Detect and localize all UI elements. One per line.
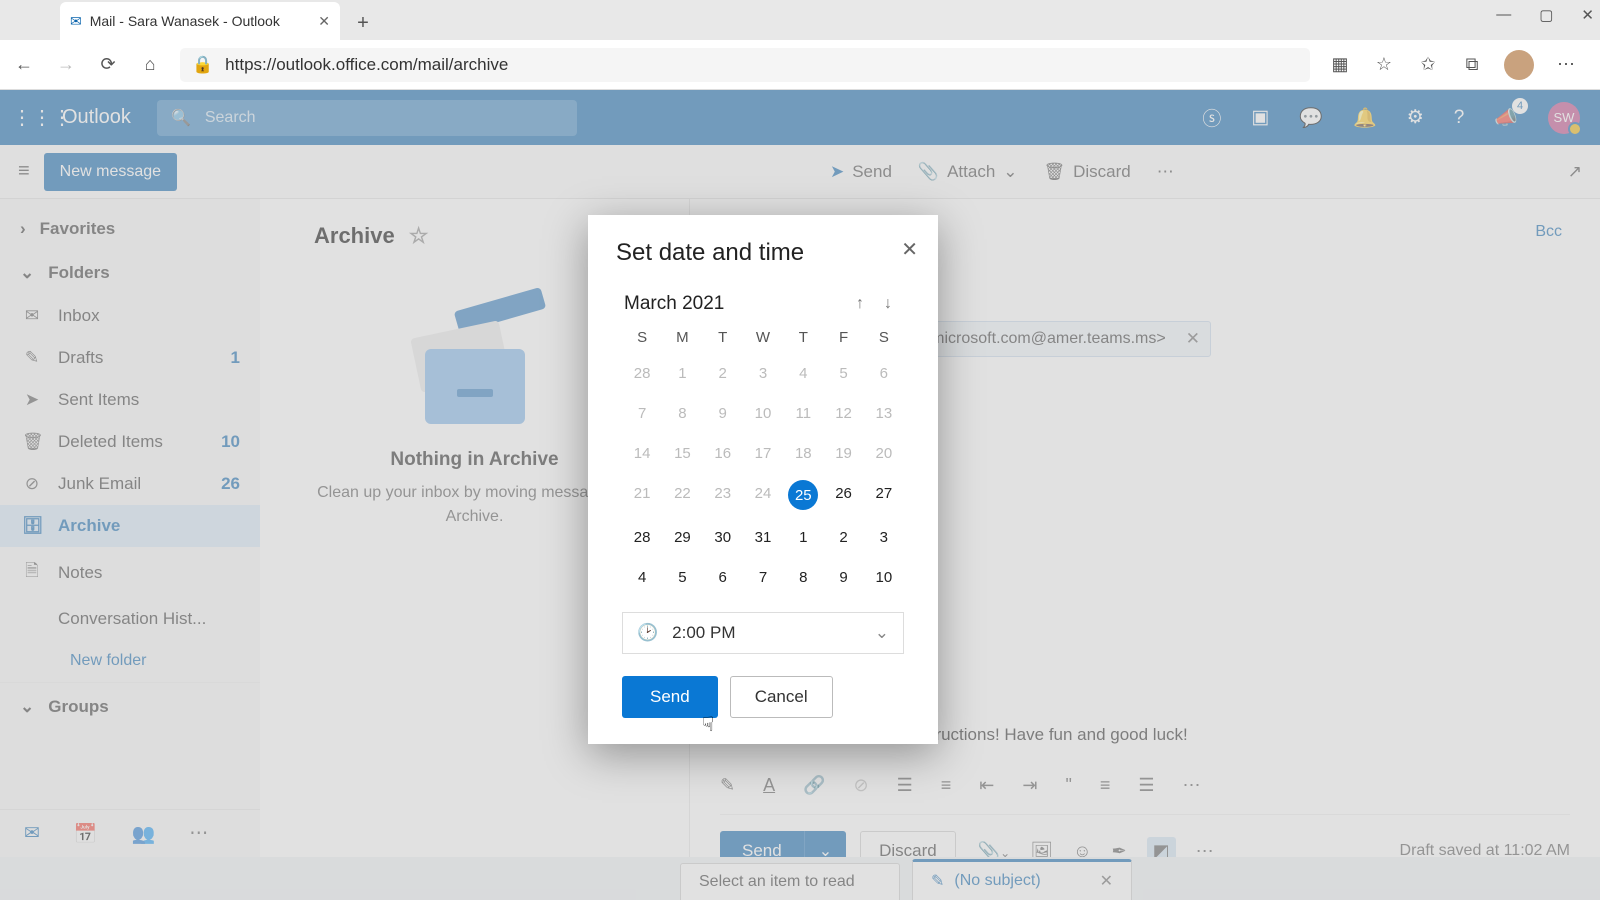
day-of-week: F bbox=[823, 329, 863, 346]
new-tab-button[interactable]: + bbox=[346, 6, 380, 40]
calendar-day: 20 bbox=[864, 440, 904, 466]
favorite-icon[interactable]: ☆ bbox=[1372, 54, 1396, 75]
calendar-day[interactable]: 4 bbox=[622, 564, 662, 590]
calendar-day: 1 bbox=[662, 360, 702, 386]
browser-tab[interactable]: ✉ Mail - Sara Wanasek - Outlook ✕ bbox=[60, 2, 340, 40]
day-of-week: W bbox=[743, 329, 783, 346]
calendar-day: 23 bbox=[703, 480, 743, 506]
collections-icon[interactable]: ⧉ bbox=[1460, 54, 1484, 75]
calendar-day: 3 bbox=[743, 360, 783, 386]
calendar-day: 24 bbox=[743, 480, 783, 506]
close-window-icon[interactable]: ✕ bbox=[1581, 6, 1594, 24]
day-of-week: S bbox=[622, 329, 662, 346]
close-dialog-icon[interactable]: ✕ bbox=[901, 237, 918, 262]
chevron-down-icon: ⌄ bbox=[875, 623, 889, 643]
calendar-day: 22 bbox=[662, 480, 702, 506]
calendar-day: 18 bbox=[783, 440, 823, 466]
extensions-icon[interactable]: ▦ bbox=[1328, 54, 1352, 75]
home-icon[interactable]: ⌂ bbox=[138, 54, 162, 75]
calendar-day: 14 bbox=[622, 440, 662, 466]
calendar-day[interactable]: 6 bbox=[703, 564, 743, 590]
calendar-grid: SMTWTFS281234567891011121314151617181920… bbox=[622, 329, 904, 590]
calendar-day: 8 bbox=[662, 400, 702, 426]
calendar-day: 11 bbox=[783, 400, 823, 426]
minimize-icon[interactable]: ― bbox=[1496, 6, 1511, 24]
day-of-week: T bbox=[703, 329, 743, 346]
month-label: March 2021 bbox=[624, 293, 846, 315]
window-controls: ― ▢ ✕ bbox=[1496, 6, 1594, 24]
calendar-day: 15 bbox=[662, 440, 702, 466]
calendar-day: 19 bbox=[823, 440, 863, 466]
calendar-day: 21 bbox=[622, 480, 662, 506]
lock-icon: 🔒 bbox=[192, 55, 213, 75]
browser-chrome: ― ▢ ✕ ✉ Mail - Sara Wanasek - Outlook ✕ … bbox=[0, 0, 1600, 90]
time-value: 2:00 PM bbox=[672, 623, 735, 643]
profile-avatar[interactable] bbox=[1504, 50, 1534, 80]
calendar-day[interactable]: 29 bbox=[662, 524, 702, 550]
calendar-day[interactable]: 30 bbox=[703, 524, 743, 550]
calendar-day: 4 bbox=[783, 360, 823, 386]
calendar-day[interactable]: 9 bbox=[823, 564, 863, 590]
refresh-icon[interactable]: ⟳ bbox=[96, 54, 120, 75]
dialog-cancel-button[interactable]: Cancel bbox=[730, 676, 833, 718]
calendar-day: 7 bbox=[622, 400, 662, 426]
day-of-week: T bbox=[783, 329, 823, 346]
time-picker[interactable]: 🕑 2:00 PM ⌄ bbox=[622, 612, 904, 654]
maximize-icon[interactable]: ▢ bbox=[1539, 6, 1553, 24]
calendar-day[interactable]: 28 bbox=[622, 524, 662, 550]
calendar-day[interactable]: 2 bbox=[823, 524, 863, 550]
forward-icon[interactable]: → bbox=[54, 54, 78, 75]
calendar-day[interactable]: 1 bbox=[783, 524, 823, 550]
calendar-day[interactable]: 8 bbox=[783, 564, 823, 590]
calendar-day[interactable]: 5 bbox=[662, 564, 702, 590]
prev-month-icon[interactable]: ↑ bbox=[846, 295, 874, 313]
calendar-day: 13 bbox=[864, 400, 904, 426]
calendar-day: 28 bbox=[622, 360, 662, 386]
calendar-day: 5 bbox=[823, 360, 863, 386]
back-icon[interactable]: ← bbox=[12, 54, 36, 75]
calendar-day: 9 bbox=[703, 400, 743, 426]
calendar-day: 2 bbox=[703, 360, 743, 386]
cursor-icon: ☟ bbox=[702, 712, 714, 737]
menu-icon[interactable]: ⋯ bbox=[1554, 54, 1578, 75]
calendar-day[interactable]: 7 bbox=[743, 564, 783, 590]
tab-title: Mail - Sara Wanasek - Outlook bbox=[90, 13, 280, 29]
calendar-day: 10 bbox=[743, 400, 783, 426]
day-of-week: M bbox=[662, 329, 702, 346]
close-tab-icon[interactable]: ✕ bbox=[318, 13, 330, 30]
clock-icon: 🕑 bbox=[637, 623, 658, 643]
calendar-day[interactable]: 31 bbox=[743, 524, 783, 550]
calendar-day: 17 bbox=[743, 440, 783, 466]
url-text: https://outlook.office.com/mail/archive bbox=[225, 55, 508, 75]
address-bar[interactable]: 🔒 https://outlook.office.com/mail/archiv… bbox=[180, 48, 1310, 82]
dialog-title: Set date and time bbox=[616, 239, 910, 267]
day-of-week: S bbox=[864, 329, 904, 346]
calendar-day: 6 bbox=[864, 360, 904, 386]
next-month-icon[interactable]: ↓ bbox=[874, 295, 902, 313]
favorites-bar-icon[interactable]: ✩ bbox=[1416, 54, 1440, 75]
calendar-day[interactable]: 10 bbox=[864, 564, 904, 590]
calendar-day: 12 bbox=[823, 400, 863, 426]
calendar-day[interactable]: 26 bbox=[823, 480, 863, 506]
calendar-day[interactable]: 25 bbox=[788, 480, 818, 510]
outlook-favicon-icon: ✉ bbox=[70, 13, 82, 30]
schedule-send-dialog: Set date and time ✕ March 2021 ↑ ↓ SMTWT… bbox=[588, 215, 938, 744]
calendar-day: 16 bbox=[703, 440, 743, 466]
calendar-day[interactable]: 3 bbox=[864, 524, 904, 550]
calendar-day[interactable]: 27 bbox=[864, 480, 904, 506]
